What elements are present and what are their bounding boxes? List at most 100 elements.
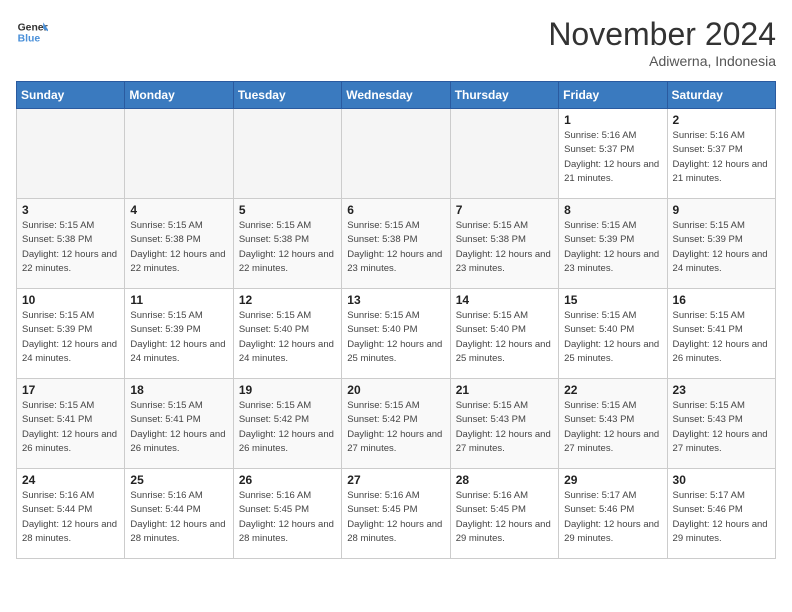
- day-number: 23: [673, 383, 770, 397]
- day-number: 10: [22, 293, 119, 307]
- day-cell: [233, 109, 341, 199]
- day-number: 21: [456, 383, 553, 397]
- day-number: 28: [456, 473, 553, 487]
- header-row: SundayMondayTuesdayWednesdayThursdayFrid…: [17, 82, 776, 109]
- day-cell: 11 Sunrise: 5:15 AMSunset: 5:39 PMDayligh…: [125, 289, 233, 379]
- day-cell: 5 Sunrise: 5:15 AMSunset: 5:38 PMDaylight…: [233, 199, 341, 289]
- day-number: 7: [456, 203, 553, 217]
- day-info: Sunrise: 5:15 AMSunset: 5:39 PMDaylight:…: [22, 309, 119, 366]
- day-number: 20: [347, 383, 444, 397]
- svg-text:Blue: Blue: [18, 34, 41, 45]
- day-cell: [17, 109, 125, 199]
- day-number: 22: [564, 383, 661, 397]
- col-header-tuesday: Tuesday: [233, 82, 341, 109]
- day-number: 13: [347, 293, 444, 307]
- day-number: 11: [130, 293, 227, 307]
- day-cell: 3 Sunrise: 5:15 AMSunset: 5:38 PMDaylight…: [17, 199, 125, 289]
- day-cell: 6Sunrise: 5:15 AMSunset: 5:38 PMDaylight…: [342, 199, 450, 289]
- day-cell: 9Sunrise: 5:15 AMSunset: 5:39 PMDaylight…: [667, 199, 775, 289]
- day-cell: [125, 109, 233, 199]
- day-cell: 2 Sunrise: 5:16 AMSunset: 5:37 PMDaylight…: [667, 109, 775, 199]
- day-info: Sunrise: 5:16 AMSunset: 5:45 PMDaylight:…: [347, 489, 444, 546]
- day-info: Sunrise: 5:15 AMSunset: 5:39 PMDaylight:…: [130, 309, 227, 366]
- day-cell: 20 Sunrise: 5:15 AMSunset: 5:42 PMDayligh…: [342, 379, 450, 469]
- day-cell: 28Sunrise: 5:16 AMSunset: 5:45 PMDayligh…: [450, 469, 558, 559]
- day-number: 26: [239, 473, 336, 487]
- day-info: Sunrise: 5:17 AMSunset: 5:46 PMDaylight:…: [673, 489, 770, 546]
- day-number: 12: [239, 293, 336, 307]
- day-info: Sunrise: 5:15 AMSunset: 5:39 PMDaylight:…: [564, 219, 661, 276]
- day-cell: 21 Sunrise: 5:15 AMSunset: 5:43 PMDayligh…: [450, 379, 558, 469]
- day-number: 25: [130, 473, 227, 487]
- week-row-5: 24 Sunrise: 5:16 AMSunset: 5:44 PMDayligh…: [17, 469, 776, 559]
- day-cell: 26 Sunrise: 5:16 AMSunset: 5:45 PMDayligh…: [233, 469, 341, 559]
- week-row-2: 3 Sunrise: 5:15 AMSunset: 5:38 PMDaylight…: [17, 199, 776, 289]
- day-number: 24: [22, 473, 119, 487]
- day-info: Sunrise: 5:16 AMSunset: 5:44 PMDaylight:…: [130, 489, 227, 546]
- week-row-3: 10 Sunrise: 5:15 AMSunset: 5:39 PMDayligh…: [17, 289, 776, 379]
- day-cell: 29Sunrise: 5:17 AMSunset: 5:46 PMDayligh…: [559, 469, 667, 559]
- logo: GeneralBlue: [16, 16, 48, 48]
- day-info: Sunrise: 5:16 AMSunset: 5:37 PMDaylight:…: [673, 129, 770, 186]
- col-header-thursday: Thursday: [450, 82, 558, 109]
- day-number: 14: [456, 293, 553, 307]
- day-number: 9: [673, 203, 770, 217]
- day-info: Sunrise: 5:15 AMSunset: 5:41 PMDaylight:…: [130, 399, 227, 456]
- day-cell: 13 Sunrise: 5:15 AMSunset: 5:40 PMDayligh…: [342, 289, 450, 379]
- day-cell: 14 Sunrise: 5:15 AMSunset: 5:40 PMDayligh…: [450, 289, 558, 379]
- day-info: Sunrise: 5:16 AMSunset: 5:37 PMDaylight:…: [564, 129, 661, 186]
- col-header-saturday: Saturday: [667, 82, 775, 109]
- col-header-sunday: Sunday: [17, 82, 125, 109]
- day-info: Sunrise: 5:15 AMSunset: 5:40 PMDaylight:…: [347, 309, 444, 366]
- day-number: 2: [673, 113, 770, 127]
- day-info: Sunrise: 5:15 AMSunset: 5:40 PMDaylight:…: [239, 309, 336, 366]
- day-cell: 1 Sunrise: 5:16 AMSunset: 5:37 PMDaylight…: [559, 109, 667, 199]
- day-number: 5: [239, 203, 336, 217]
- month-title: November 2024: [548, 16, 776, 53]
- day-cell: 27 Sunrise: 5:16 AMSunset: 5:45 PMDayligh…: [342, 469, 450, 559]
- day-info: Sunrise: 5:15 AMSunset: 5:42 PMDaylight:…: [239, 399, 336, 456]
- week-row-1: 1 Sunrise: 5:16 AMSunset: 5:37 PMDaylight…: [17, 109, 776, 199]
- day-cell: 19Sunrise: 5:15 AMSunset: 5:42 PMDayligh…: [233, 379, 341, 469]
- day-cell: 16Sunrise: 5:15 AMSunset: 5:41 PMDayligh…: [667, 289, 775, 379]
- day-number: 3: [22, 203, 119, 217]
- day-cell: 18 Sunrise: 5:15 AMSunset: 5:41 PMDayligh…: [125, 379, 233, 469]
- day-cell: [450, 109, 558, 199]
- day-number: 1: [564, 113, 661, 127]
- day-info: Sunrise: 5:17 AMSunset: 5:46 PMDaylight:…: [564, 489, 661, 546]
- day-cell: 24 Sunrise: 5:16 AMSunset: 5:44 PMDayligh…: [17, 469, 125, 559]
- day-info: Sunrise: 5:15 AMSunset: 5:38 PMDaylight:…: [22, 219, 119, 276]
- day-info: Sunrise: 5:15 AMSunset: 5:40 PMDaylight:…: [456, 309, 553, 366]
- day-cell: 23 Sunrise: 5:15 AMSunset: 5:43 PMDayligh…: [667, 379, 775, 469]
- day-cell: 12 Sunrise: 5:15 AMSunset: 5:40 PMDayligh…: [233, 289, 341, 379]
- week-row-4: 17 Sunrise: 5:15 AMSunset: 5:41 PMDayligh…: [17, 379, 776, 469]
- day-info: Sunrise: 5:15 AMSunset: 5:38 PMDaylight:…: [239, 219, 336, 276]
- day-number: 30: [673, 473, 770, 487]
- calendar-table: SundayMondayTuesdayWednesdayThursdayFrid…: [16, 81, 776, 559]
- day-info: Sunrise: 5:15 AMSunset: 5:41 PMDaylight:…: [22, 399, 119, 456]
- day-info: Sunrise: 5:16 AMSunset: 5:44 PMDaylight:…: [22, 489, 119, 546]
- day-number: 17: [22, 383, 119, 397]
- title-block: November 2024 Adiwerna, Indonesia: [548, 16, 776, 69]
- day-info: Sunrise: 5:15 AMSunset: 5:43 PMDaylight:…: [673, 399, 770, 456]
- day-cell: 17 Sunrise: 5:15 AMSunset: 5:41 PMDayligh…: [17, 379, 125, 469]
- day-number: 18: [130, 383, 227, 397]
- day-info: Sunrise: 5:15 AMSunset: 5:43 PMDaylight:…: [456, 399, 553, 456]
- col-header-wednesday: Wednesday: [342, 82, 450, 109]
- day-info: Sunrise: 5:15 AMSunset: 5:38 PMDaylight:…: [130, 219, 227, 276]
- day-info: Sunrise: 5:16 AMSunset: 5:45 PMDaylight:…: [239, 489, 336, 546]
- col-header-friday: Friday: [559, 82, 667, 109]
- day-info: Sunrise: 5:15 AMSunset: 5:43 PMDaylight:…: [564, 399, 661, 456]
- day-number: 4: [130, 203, 227, 217]
- day-number: 6: [347, 203, 444, 217]
- day-cell: 30 Sunrise: 5:17 AMSunset: 5:46 PMDayligh…: [667, 469, 775, 559]
- day-info: Sunrise: 5:15 AMSunset: 5:41 PMDaylight:…: [673, 309, 770, 366]
- location: Adiwerna, Indonesia: [548, 53, 776, 69]
- day-number: 15: [564, 293, 661, 307]
- day-info: Sunrise: 5:15 AMSunset: 5:40 PMDaylight:…: [564, 309, 661, 366]
- day-cell: 25 Sunrise: 5:16 AMSunset: 5:44 PMDayligh…: [125, 469, 233, 559]
- day-number: 27: [347, 473, 444, 487]
- day-cell: 7Sunrise: 5:15 AMSunset: 5:38 PMDaylight…: [450, 199, 558, 289]
- day-info: Sunrise: 5:15 AMSunset: 5:42 PMDaylight:…: [347, 399, 444, 456]
- col-header-monday: Monday: [125, 82, 233, 109]
